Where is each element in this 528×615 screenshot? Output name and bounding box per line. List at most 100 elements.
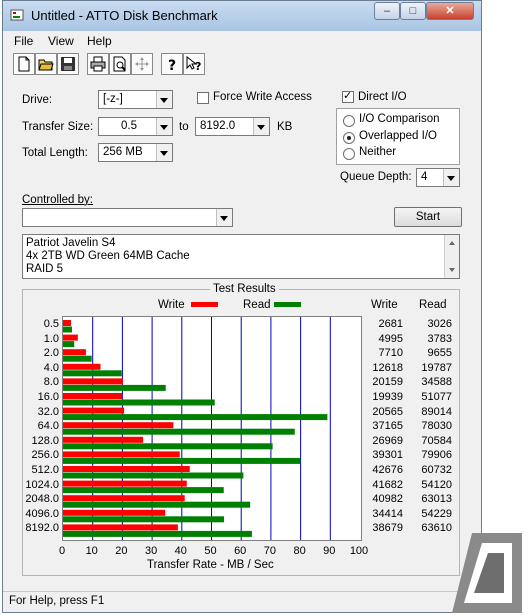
read-value: 60732 — [421, 464, 452, 476]
read-bar-1.0 — [63, 341, 75, 348]
write-value: 38679 — [372, 522, 403, 535]
transfer-size-label: Transfer Size: — [22, 121, 94, 133]
read-legend-swatch — [274, 302, 301, 307]
chevron-down-icon — [216, 209, 232, 226]
chevron-down-icon — [156, 91, 172, 108]
notes-textarea[interactable]: Patriot Javelin S4 4x 2TB WD Green 64MB … — [22, 234, 460, 279]
transfer-size-from-select[interactable]: 0.5 — [98, 117, 173, 136]
chevron-down-icon — [156, 144, 172, 161]
results-chart — [62, 316, 362, 541]
write-value: 41682 — [372, 478, 403, 491]
write-bar-16.0 — [63, 393, 123, 399]
overlapped-io-label: Overlapped I/O — [359, 130, 437, 142]
queue-depth-label: Queue Depth: — [340, 171, 412, 183]
write-legend-swatch — [191, 302, 218, 307]
write-bar-4096.0 — [63, 509, 166, 516]
x-tick-label: 50 — [204, 545, 217, 557]
print-preview-icon[interactable] — [109, 53, 131, 75]
menu-view[interactable]: View — [48, 34, 74, 48]
queue-depth-value: 4 — [421, 171, 428, 183]
write-value: 7710 — [378, 347, 403, 360]
io-comparison-radio[interactable] — [343, 115, 355, 127]
category-label: 1024.0 — [25, 478, 59, 491]
write-value: 42676 — [372, 464, 403, 476]
kb-label: KB — [277, 121, 293, 133]
read-value: 9655 — [427, 347, 452, 360]
read-bar-2048.0 — [63, 501, 251, 508]
menu-file[interactable]: File — [14, 34, 33, 48]
write-column-header: Write — [371, 299, 398, 311]
category-label: 4096.0 — [25, 507, 59, 520]
maximize-button[interactable]: □ — [400, 2, 426, 20]
write-legend-label: Write — [158, 299, 185, 311]
save-icon[interactable] — [57, 53, 79, 75]
write-value: 2681 — [378, 318, 403, 330]
print-icon[interactable] — [87, 53, 109, 75]
x-tick-label: 10 — [85, 545, 98, 557]
force-write-checkbox[interactable] — [197, 92, 209, 104]
minimize-button[interactable]: – — [374, 2, 400, 20]
close-button[interactable]: ✕ — [426, 2, 474, 20]
write-bar-32.0 — [63, 407, 125, 414]
write-bar-1024.0 — [63, 480, 187, 487]
io-mode-group: I/O Comparison Overlapped I/O Neither — [336, 108, 460, 165]
app-icon — [10, 9, 24, 21]
write-bar-64.0 — [63, 422, 174, 429]
neither-radio[interactable] — [343, 148, 355, 160]
scroll-up-icon[interactable] — [445, 238, 459, 248]
write-bar-1.0 — [63, 334, 78, 341]
category-label: 32.0 — [37, 405, 59, 418]
window-title: Untitled - ATTO Disk Benchmark — [31, 8, 218, 23]
total-length-value: 256 MB — [103, 146, 143, 158]
read-value: 70584 — [421, 434, 452, 447]
transfer-from-value: 0.5 — [121, 120, 137, 132]
x-tick-label: 90 — [323, 545, 336, 557]
menu-bar: File View Help — [3, 31, 481, 51]
write-value: 4995 — [378, 332, 403, 345]
read-value: 54120 — [421, 478, 452, 491]
context-help-icon[interactable]: ? — [183, 53, 205, 75]
scroll-down-icon[interactable] — [445, 265, 459, 275]
transfer-size-to-select[interactable]: 8192.0 — [195, 117, 270, 136]
notes-scrollbar[interactable] — [444, 235, 459, 278]
write-bar-256.0 — [63, 451, 180, 458]
read-bar-256.0 — [63, 457, 301, 464]
queue-depth-select[interactable]: 4 — [416, 168, 460, 187]
status-text: For Help, press F1 — [9, 595, 105, 607]
read-value: 54229 — [421, 507, 452, 520]
start-button[interactable]: Start — [394, 207, 462, 227]
overlapped-io-radio[interactable] — [343, 132, 355, 144]
move-icon[interactable] — [131, 53, 153, 75]
direct-io-checkbox[interactable]: ✓ — [342, 89, 354, 103]
neither-label: Neither — [359, 146, 397, 158]
category-label: 2048.0 — [25, 493, 59, 506]
read-bar-0.5 — [63, 326, 72, 333]
write-value: 19939 — [372, 391, 403, 403]
write-value: 40982 — [372, 493, 403, 506]
total-length-select[interactable]: 256 MB — [98, 143, 173, 162]
svg-text:?: ? — [168, 58, 176, 72]
read-value: 3783 — [427, 332, 452, 345]
write-bar-2.0 — [63, 349, 86, 356]
write-bar-8.0 — [63, 378, 123, 385]
drive-select[interactable]: [-z-] — [98, 90, 173, 109]
menu-help[interactable]: Help — [87, 34, 112, 48]
controlled-by-select[interactable] — [22, 208, 233, 227]
read-bar-64.0 — [63, 428, 295, 435]
logo-watermark — [452, 533, 522, 613]
results-title: Test Results — [210, 283, 279, 295]
x-tick-label: 20 — [115, 545, 128, 557]
x-tick-label: 80 — [293, 545, 306, 557]
read-bar-4096.0 — [63, 516, 225, 523]
write-bar-512.0 — [63, 466, 190, 472]
open-folder-icon[interactable] — [35, 53, 57, 75]
write-value: 39301 — [372, 449, 403, 462]
help-icon[interactable]: ? — [161, 53, 183, 75]
read-bar-8.0 — [63, 384, 166, 391]
drive-label: Drive: — [22, 94, 53, 106]
read-column-header: Read — [419, 299, 447, 311]
new-file-icon[interactable] — [13, 53, 35, 75]
read-value: 51077 — [421, 391, 452, 403]
x-tick-label: 70 — [263, 545, 277, 557]
chevron-down-icon — [443, 169, 459, 186]
